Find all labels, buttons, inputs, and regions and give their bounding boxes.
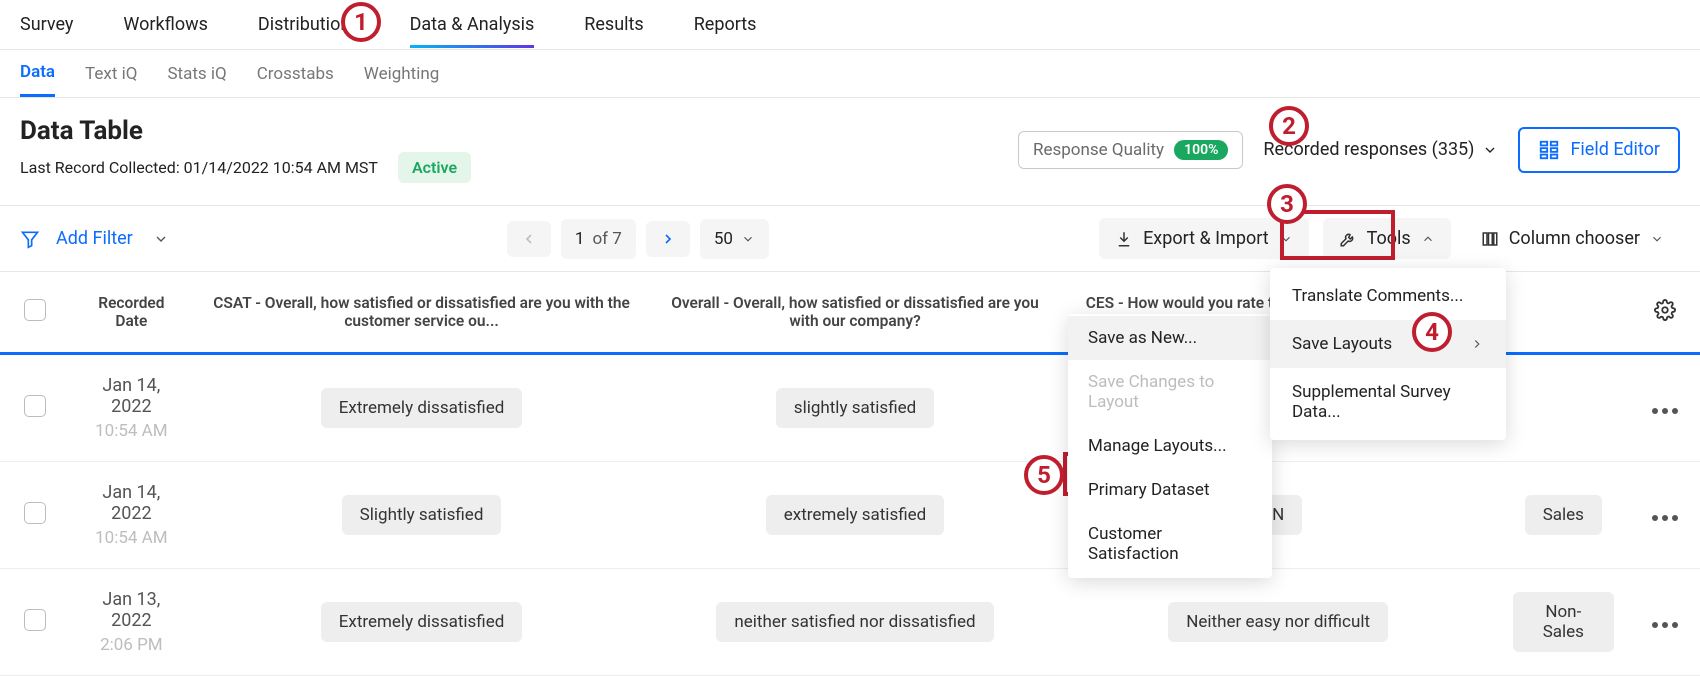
nav-workflows[interactable]: Workflows bbox=[123, 2, 208, 47]
field-editor-button[interactable]: Field Editor bbox=[1518, 127, 1680, 173]
column-chooser-button[interactable]: Column chooser bbox=[1465, 218, 1680, 259]
cell-extra: Sales bbox=[1497, 462, 1630, 569]
chevron-up-icon bbox=[1421, 232, 1435, 246]
annotation-2: 2 bbox=[1269, 106, 1309, 146]
annotation-3: 3 bbox=[1267, 184, 1307, 224]
tools-menu: Translate Comments... Save Layouts Suppl… bbox=[1270, 268, 1506, 440]
cell-ces: Neither easy nor difficult bbox=[1060, 569, 1497, 676]
nav-results[interactable]: Results bbox=[584, 2, 643, 47]
row-checkbox[interactable] bbox=[24, 502, 46, 524]
cell-csat: Slightly satisfied bbox=[193, 462, 651, 569]
pagination: 1 of 7 50 bbox=[507, 219, 769, 259]
page-size-value: 50 bbox=[714, 229, 733, 249]
row-actions[interactable] bbox=[1630, 354, 1700, 462]
cell-csat: Extremely dissatisfied bbox=[193, 569, 651, 676]
chevron-down-icon bbox=[741, 232, 755, 246]
chevron-down-icon bbox=[1482, 142, 1498, 158]
row-actions[interactable] bbox=[1630, 462, 1700, 569]
page-current-value: 1 bbox=[575, 229, 585, 249]
download-icon bbox=[1115, 230, 1133, 248]
response-quality-button[interactable]: Response Quality 100% bbox=[1018, 131, 1243, 169]
top-nav: Survey Workflows Distributions Data & An… bbox=[0, 0, 1700, 50]
page-title: Data Table bbox=[20, 116, 471, 146]
cell-overall: slightly satisfied bbox=[650, 354, 1059, 462]
tools-menu-save-layouts[interactable]: Save Layouts bbox=[1270, 320, 1506, 368]
subnav-weighting[interactable]: Weighting bbox=[364, 52, 440, 96]
wrench-icon bbox=[1339, 230, 1357, 248]
layout-manage[interactable]: Manage Layouts... bbox=[1068, 424, 1272, 468]
chevron-down-icon bbox=[1650, 232, 1664, 246]
cell-date: Jan 14, 202210:54 AM bbox=[70, 354, 193, 462]
response-quality-pct: 100% bbox=[1174, 140, 1228, 160]
col-recorded-date[interactable]: Recorded Date bbox=[70, 272, 193, 354]
annotation-5: 5 bbox=[1024, 455, 1064, 495]
response-quality-label: Response Quality bbox=[1033, 140, 1164, 160]
chevron-right-icon bbox=[660, 231, 676, 247]
page-prev-button[interactable] bbox=[507, 221, 551, 257]
gear-icon[interactable] bbox=[1654, 299, 1676, 321]
add-filter-button[interactable]: Add Filter bbox=[20, 228, 177, 249]
cell-extra: Non-Sales bbox=[1497, 569, 1630, 676]
subnav-crosstabs[interactable]: Crosstabs bbox=[257, 52, 334, 96]
subnav-textiq[interactable]: Text iQ bbox=[85, 52, 137, 96]
nav-survey[interactable]: Survey bbox=[20, 2, 73, 47]
layout-customer-satisfaction[interactable]: Customer Satisfaction bbox=[1068, 512, 1272, 576]
row-checkbox[interactable] bbox=[24, 395, 46, 417]
page-size-dropdown[interactable]: 50 bbox=[700, 219, 769, 259]
layout-save-as-new[interactable]: Save as New... bbox=[1068, 316, 1272, 360]
row-actions[interactable] bbox=[1630, 569, 1700, 676]
column-chooser-label: Column chooser bbox=[1509, 228, 1640, 249]
tools-menu-supplemental[interactable]: Supplemental Survey Data... bbox=[1270, 368, 1506, 436]
kebab-icon[interactable] bbox=[1652, 515, 1678, 521]
nav-data-analysis[interactable]: Data & Analysis bbox=[410, 2, 535, 47]
field-editor-label: Field Editor bbox=[1570, 139, 1660, 160]
header-area: Data Table Last Record Collected: 01/14/… bbox=[0, 98, 1700, 205]
row-checkbox[interactable] bbox=[24, 609, 46, 631]
layout-primary-dataset[interactable]: Primary Dataset bbox=[1068, 468, 1272, 512]
nav-reports[interactable]: Reports bbox=[694, 2, 757, 47]
status-badge: Active bbox=[398, 152, 471, 183]
tools-menu-save-layouts-label: Save Layouts bbox=[1292, 334, 1392, 354]
last-record-subtitle: Last Record Collected: 01/14/2022 10:54 … bbox=[20, 158, 378, 177]
subnav-statsiq[interactable]: Stats iQ bbox=[167, 52, 226, 96]
cell-date: Jan 14, 202210:54 AM bbox=[70, 462, 193, 569]
layout-submenu: Save as New... Save Changes to Layout Ma… bbox=[1068, 314, 1272, 578]
kebab-icon[interactable] bbox=[1652, 408, 1678, 414]
select-all-checkbox[interactable] bbox=[24, 299, 46, 321]
page-current-input[interactable]: 1 of 7 bbox=[561, 219, 636, 259]
col-csat[interactable]: CSAT - Overall, how satisfied or dissati… bbox=[193, 272, 651, 354]
table-row[interactable]: Jan 14, 202210:54 AMSlightly satisfiedex… bbox=[0, 462, 1700, 569]
tools-menu-translate[interactable]: Translate Comments... bbox=[1270, 272, 1506, 320]
add-filter-label: Add Filter bbox=[56, 228, 133, 249]
annotation-1: 1 bbox=[341, 2, 381, 42]
kebab-icon[interactable] bbox=[1652, 622, 1678, 628]
toolbar: Add Filter 1 of 7 50 Export & Import Too… bbox=[0, 205, 1700, 272]
page-next-button[interactable] bbox=[646, 221, 690, 257]
chevron-down-icon bbox=[1279, 232, 1293, 246]
filter-icon bbox=[20, 229, 40, 249]
chevron-right-icon bbox=[1470, 337, 1484, 351]
cell-overall: neither satisfied nor dissatisfied bbox=[650, 569, 1059, 676]
export-import-button[interactable]: Export & Import bbox=[1099, 218, 1309, 259]
field-editor-icon bbox=[1538, 139, 1560, 161]
tools-label: Tools bbox=[1367, 228, 1411, 249]
sub-nav: Data Text iQ Stats iQ Crosstabs Weightin… bbox=[0, 50, 1700, 98]
cell-overall: extremely satisfied bbox=[650, 462, 1059, 569]
col-extra[interactable] bbox=[1497, 272, 1630, 354]
export-import-label: Export & Import bbox=[1143, 228, 1269, 249]
page-total-label: of 7 bbox=[592, 229, 621, 249]
cell-csat: Extremely dissatisfied bbox=[193, 354, 651, 462]
annotation-4: 4 bbox=[1412, 312, 1452, 352]
subnav-data[interactable]: Data bbox=[20, 50, 55, 97]
col-overall[interactable]: Overall - Overall, how satisfied or diss… bbox=[650, 272, 1059, 354]
columns-icon bbox=[1481, 230, 1499, 248]
tools-button[interactable]: Tools bbox=[1323, 218, 1451, 259]
layout-save-changes: Save Changes to Layout bbox=[1068, 360, 1272, 424]
chevron-left-icon bbox=[521, 231, 537, 247]
cell-date: Jan 13, 20222:06 PM bbox=[70, 569, 193, 676]
chevron-down-icon bbox=[153, 231, 169, 247]
cell-extra bbox=[1497, 354, 1630, 462]
table-row[interactable]: Jan 13, 20222:06 PMExtremely dissatisfie… bbox=[0, 569, 1700, 676]
